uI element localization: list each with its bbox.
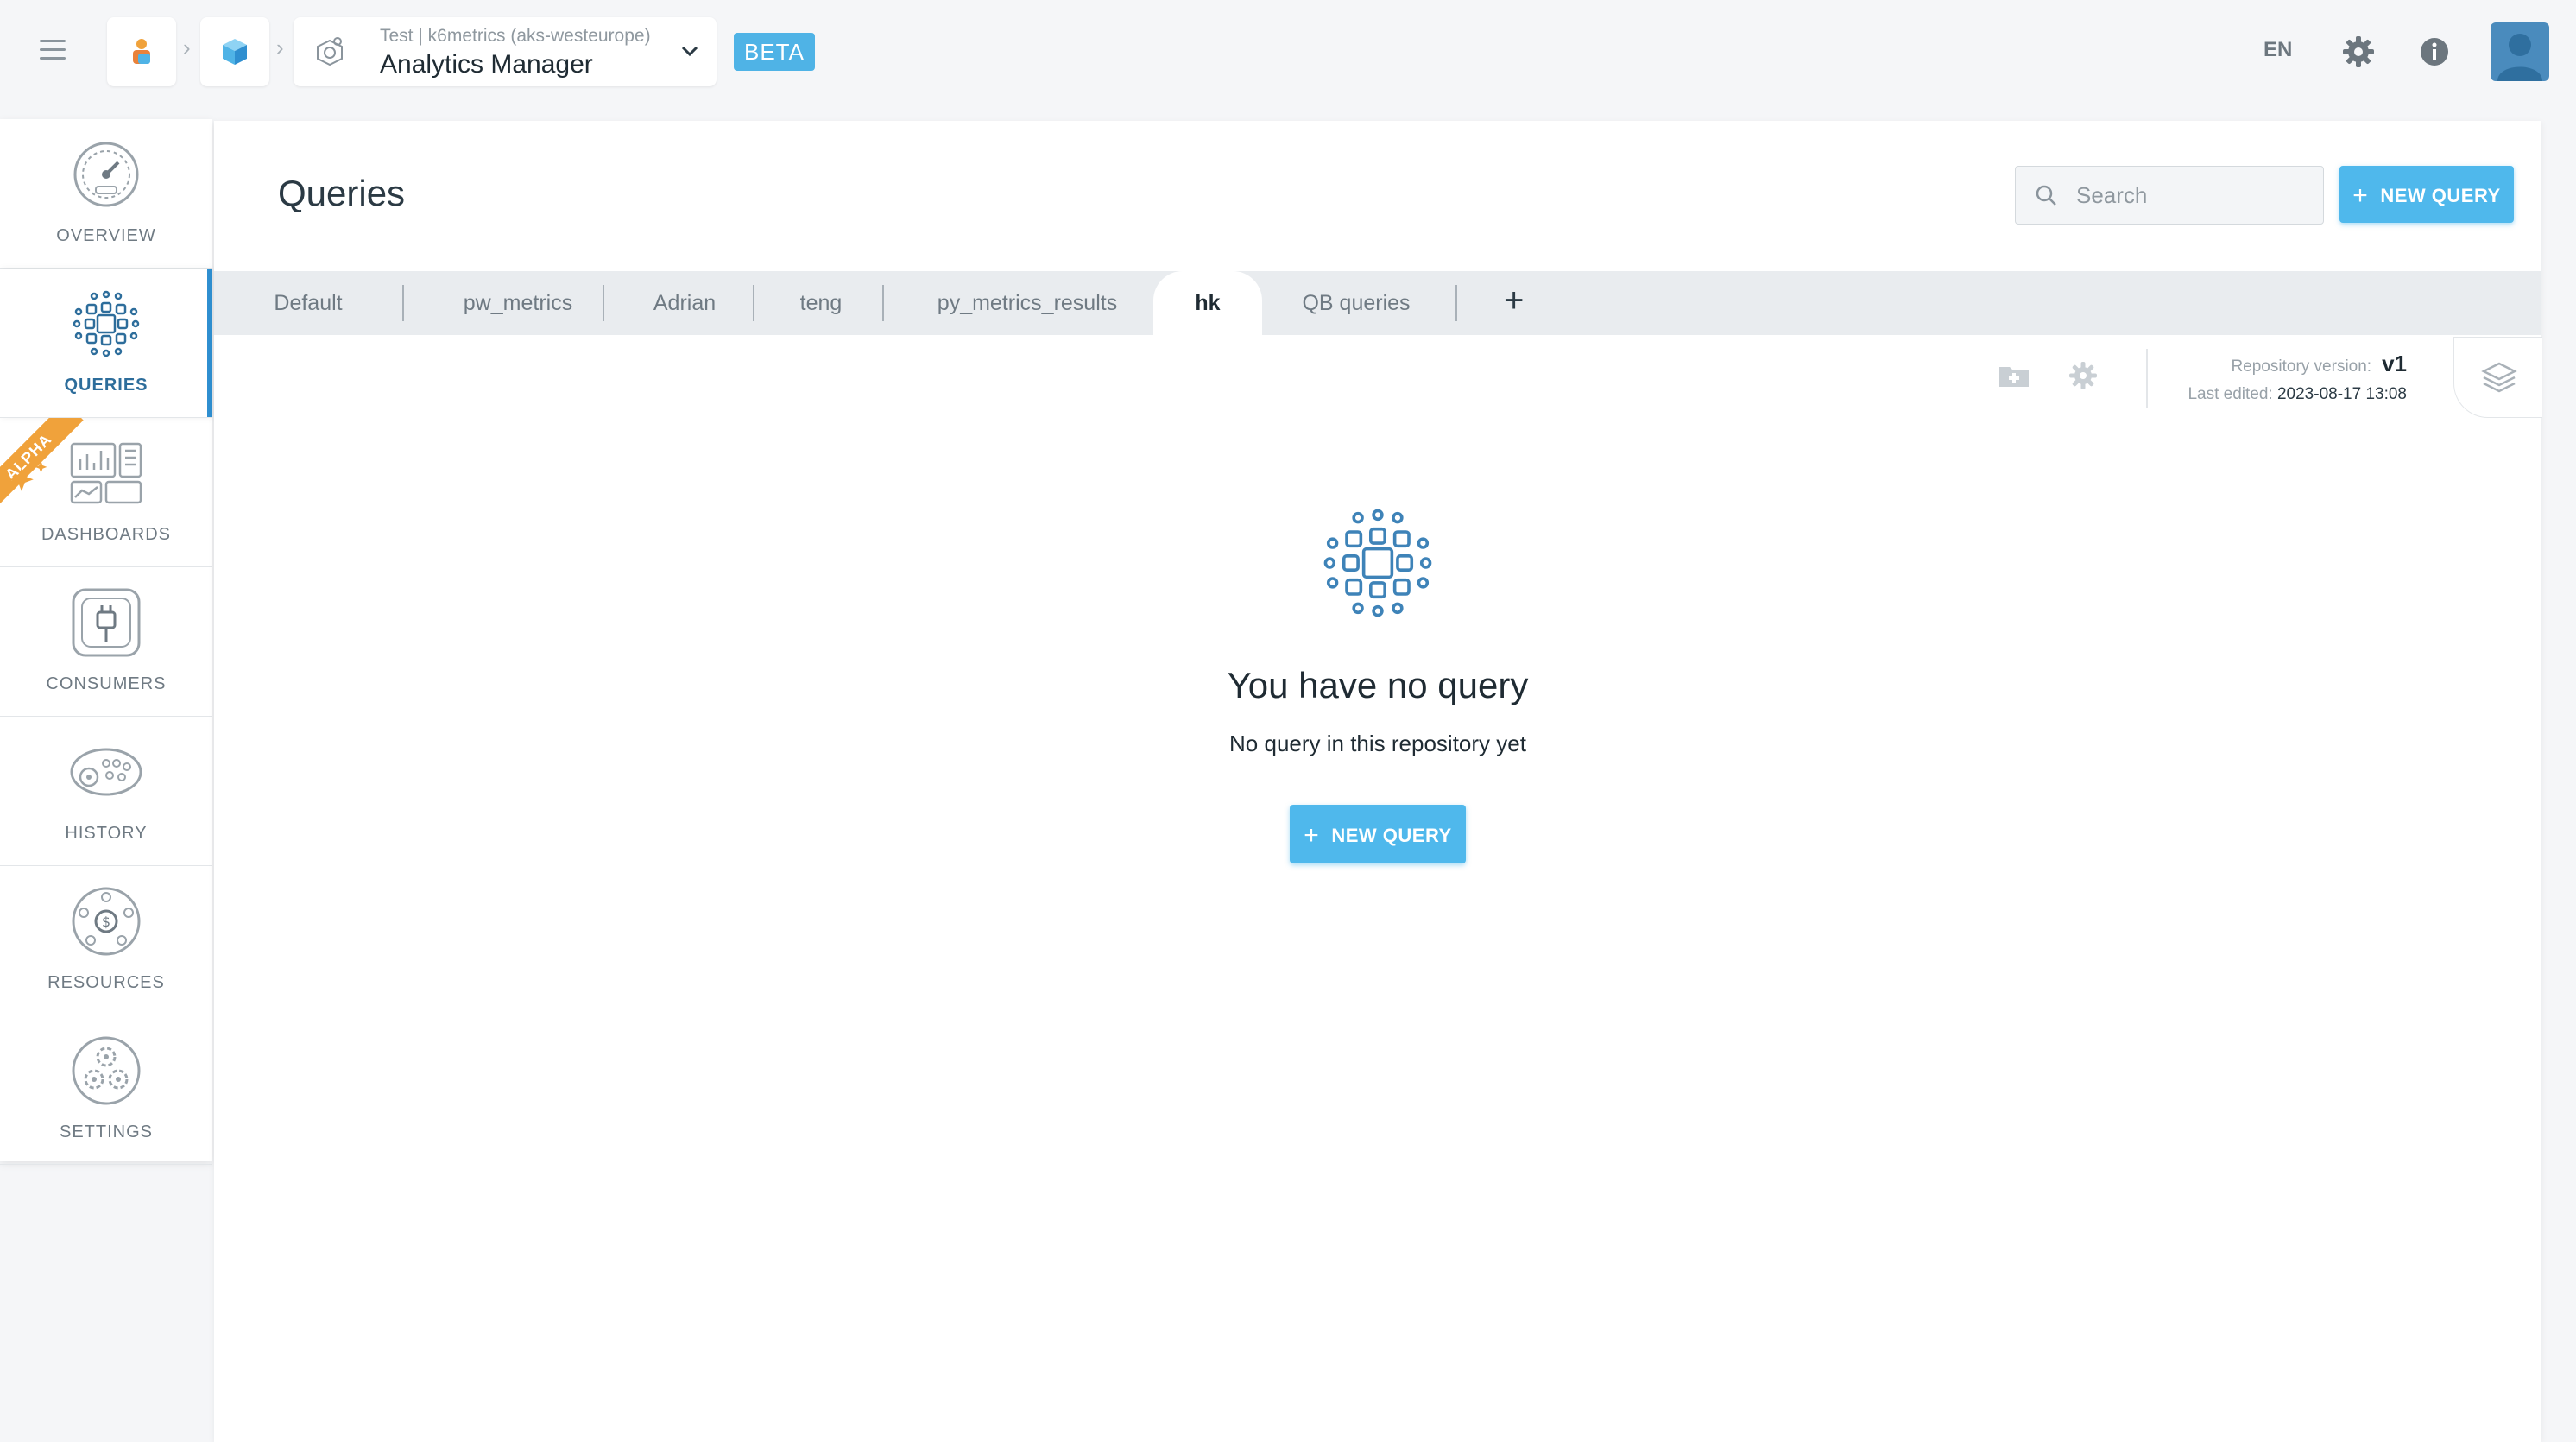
gears-icon xyxy=(72,1036,141,1105)
speedometer-icon xyxy=(73,142,139,207)
last-edited: Last edited: 2023-08-17 13:08 xyxy=(2188,385,2407,403)
film-reel-icon xyxy=(70,748,142,796)
tab-divider xyxy=(882,285,884,321)
queries-grid-icon xyxy=(73,290,140,357)
tab-teng[interactable]: teng xyxy=(775,271,867,335)
tab-py-metrics-results[interactable]: py_metrics_results xyxy=(905,271,1150,335)
tab-pw-metrics[interactable]: pw_metrics xyxy=(440,271,596,335)
empty-state-subtitle: No query in this repository yet xyxy=(1229,730,1526,756)
add-folder-icon[interactable] xyxy=(1998,359,2030,392)
user-avatar[interactable] xyxy=(2491,22,2549,81)
resources-icon: $ xyxy=(72,887,141,956)
breadcrumb-separator: › xyxy=(183,35,191,60)
breadcrumb-project[interactable] xyxy=(200,17,269,86)
breadcrumb-separator: › xyxy=(276,35,284,60)
repository-version: Repository version: v1 xyxy=(2231,351,2407,376)
sidebar-nav: OVERVIEW QUERIES ALPHA DASHBOARDS CONSUM… xyxy=(0,119,212,1165)
sidebar-item-label: QUERIES xyxy=(64,376,148,395)
tab-qb-queries[interactable]: QB queries xyxy=(1285,271,1428,335)
tab-adrian[interactable]: Adrian xyxy=(628,271,741,335)
sidebar-item-label: RESOURCES xyxy=(47,973,165,992)
sidebar-item-resources[interactable]: $ RESOURCES xyxy=(0,866,212,1015)
repository-tabs: Default pw_metrics Adrian teng py_metric… xyxy=(214,271,2541,335)
tab-default[interactable]: Default xyxy=(249,271,368,335)
sidebar-item-history[interactable]: HISTORY xyxy=(0,717,212,866)
sidebar-item-consumers[interactable]: CONSUMERS xyxy=(0,567,212,717)
settings-gear-icon[interactable] xyxy=(2339,33,2377,71)
analytics-app-icon xyxy=(317,37,343,66)
empty-state-title: You have no query xyxy=(1227,665,1529,705)
search-box[interactable] xyxy=(2015,166,2324,225)
tab-divider xyxy=(753,285,754,321)
plus-icon: + xyxy=(1304,821,1320,850)
tab-hk[interactable]: hk xyxy=(1153,271,1262,335)
sidebar-item-label: CONSUMERS xyxy=(46,674,167,693)
layers-icon xyxy=(2481,362,2517,393)
organization-icon xyxy=(133,39,150,64)
plug-icon xyxy=(72,588,141,657)
add-tab-button[interactable]: + xyxy=(1504,281,1524,320)
tab-divider xyxy=(1455,285,1457,321)
breadcrumb-context: Test | k6metrics (aks-westeurope) xyxy=(380,26,651,46)
chevron-down-icon[interactable] xyxy=(677,38,703,64)
layers-panel-toggle[interactable] xyxy=(2453,337,2542,418)
queries-grid-icon xyxy=(1323,509,1432,617)
main-panel: Queries +NEW QUERY Default pw_metrics Ad… xyxy=(214,121,2542,1442)
sidebar-item-label: SETTINGS xyxy=(59,1123,153,1142)
sidebar-item-label: OVERVIEW xyxy=(56,226,156,245)
meta-divider xyxy=(2146,349,2148,408)
repository-settings-gear-icon[interactable] xyxy=(2067,359,2099,392)
user-silhouette-icon xyxy=(2497,34,2542,81)
svg-text:$: $ xyxy=(102,914,110,930)
search-input[interactable] xyxy=(2074,179,2311,212)
tab-divider xyxy=(603,285,604,321)
app-title: Analytics Manager xyxy=(380,50,593,79)
empty-new-query-button[interactable]: + NEW QUERY xyxy=(1290,805,1466,863)
plus-icon: + xyxy=(2352,181,2369,210)
info-icon[interactable] xyxy=(2415,33,2453,71)
sidebar-item-settings[interactable]: SETTINGS xyxy=(0,1015,212,1165)
cube-icon xyxy=(223,39,247,65)
sparkle-icon xyxy=(9,461,47,491)
sidebar-item-label: HISTORY xyxy=(65,824,148,843)
search-icon xyxy=(2036,185,2056,206)
sidebar-item-overview[interactable]: OVERVIEW xyxy=(0,119,212,269)
sidebar-item-dashboards[interactable]: ALPHA DASHBOARDS xyxy=(0,418,212,567)
sidebar-item-label: DASHBOARDS xyxy=(41,525,172,544)
top-bar: › › Test | k6metrics (aks-westeurope) An… xyxy=(0,0,2576,104)
tab-divider xyxy=(402,285,404,321)
language-selector[interactable]: EN xyxy=(2263,38,2292,62)
dashboards-icon xyxy=(70,442,142,504)
page-title: Queries xyxy=(278,173,406,213)
sidebar-item-queries[interactable]: QUERIES xyxy=(0,269,212,418)
new-query-button[interactable]: + NEW QUERY xyxy=(2339,166,2514,223)
hamburger-menu-icon[interactable] xyxy=(40,40,66,64)
beta-badge: BETA xyxy=(734,33,815,71)
breadcrumb-organization[interactable] xyxy=(107,17,176,86)
breadcrumb-app-selector[interactable]: Test | k6metrics (aks-westeurope) Analyt… xyxy=(294,17,717,86)
